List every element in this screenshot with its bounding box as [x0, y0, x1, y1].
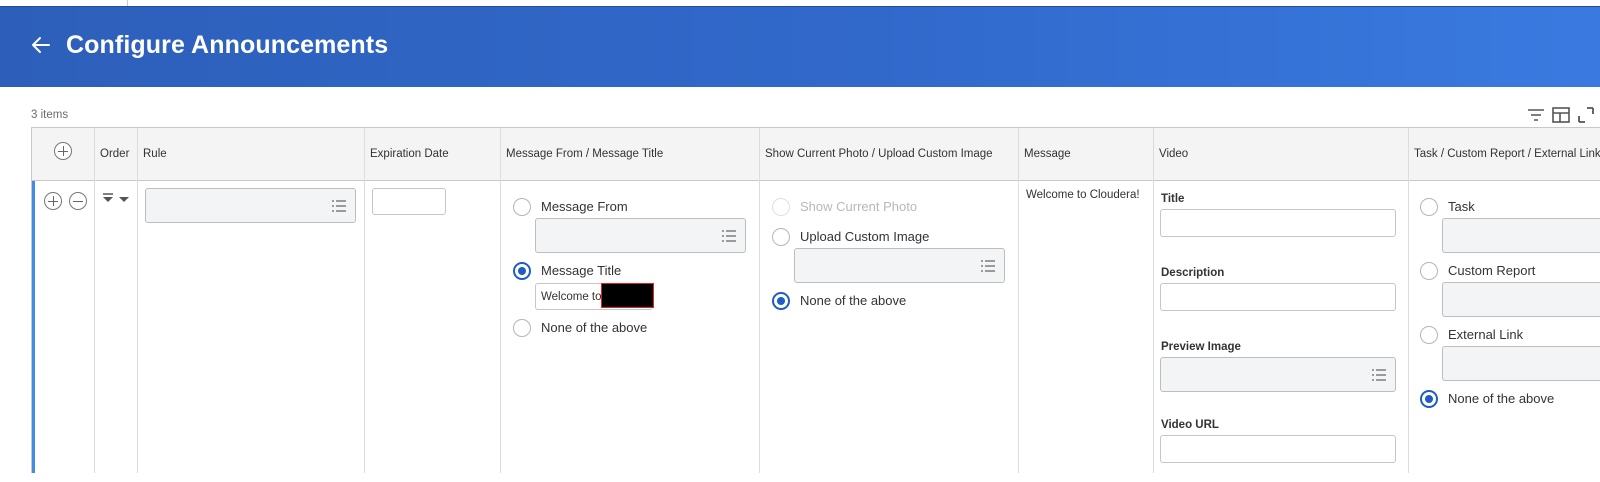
header-task-link[interactable]: Task / Custom Report / External Link	[1408, 128, 1600, 180]
external-link-prompt[interactable]	[1442, 346, 1600, 381]
expiration-date-field[interactable]	[372, 188, 446, 215]
show-current-photo-label: Show Current Photo	[800, 199, 918, 214]
announcements-grid: Order Rule Expiration Date Message From …	[31, 127, 1600, 473]
list-icon	[332, 199, 346, 212]
redaction-box	[601, 283, 654, 308]
link-none-radio[interactable]	[1420, 390, 1438, 408]
message-from-label: Message From	[541, 199, 628, 214]
header-video[interactable]: Video	[1153, 128, 1408, 180]
custom-report-prompt[interactable]	[1442, 282, 1600, 317]
upload-custom-image-radio[interactable]	[772, 228, 790, 246]
header-expiration-date[interactable]: Expiration Date	[364, 128, 500, 180]
fullscreen-icon[interactable]	[1576, 105, 1596, 125]
task-radio[interactable]	[1420, 198, 1438, 216]
remove-row-icon[interactable]	[69, 192, 87, 210]
table-toolbar	[1525, 105, 1600, 125]
header-message[interactable]: Message	[1018, 128, 1153, 180]
list-icon	[981, 259, 995, 272]
filter-icon[interactable]	[1526, 105, 1546, 125]
show-current-photo-radio	[772, 198, 790, 216]
video-description-label: Description	[1161, 267, 1225, 279]
header-order[interactable]: Order	[94, 128, 137, 180]
page-title: Configure Announcements	[66, 31, 389, 59]
back-arrow-icon[interactable]	[30, 34, 52, 56]
list-icon	[722, 229, 736, 242]
none-radio[interactable]	[513, 319, 531, 337]
message-text: Welcome to Cloudera!	[1026, 189, 1140, 201]
preview-image-label: Preview Image	[1161, 341, 1241, 353]
task-prompt[interactable]	[1442, 218, 1600, 253]
custom-image-prompt[interactable]	[794, 248, 1005, 283]
external-link-label: External Link	[1448, 327, 1524, 342]
message-title-value: Welcome to	[541, 291, 602, 303]
custom-report-label: Custom Report	[1448, 263, 1536, 278]
custom-report-radio[interactable]	[1420, 262, 1438, 280]
header-image[interactable]: Show Current Photo / Upload Custom Image	[759, 128, 1018, 180]
video-url-label: Video URL	[1161, 419, 1219, 431]
none-label: None of the above	[541, 320, 648, 335]
header-message-from[interactable]: Message From / Message Title	[500, 128, 759, 180]
col-actions	[32, 128, 95, 473]
message-from-prompt[interactable]	[535, 218, 746, 253]
header-rule[interactable]: Rule	[137, 128, 364, 180]
video-url-input[interactable]	[1160, 435, 1396, 463]
video-title-input[interactable]	[1160, 209, 1396, 237]
external-link-radio[interactable]	[1420, 326, 1438, 344]
add-row-icon[interactable]	[54, 142, 72, 160]
preview-image-prompt[interactable]	[1160, 357, 1396, 392]
add-row-icon[interactable]	[44, 192, 62, 210]
row-indicator	[32, 181, 35, 473]
list-icon	[1372, 368, 1386, 381]
video-title-label: Title	[1161, 193, 1185, 205]
image-none-label: None of the above	[800, 293, 907, 308]
column-layout-icon[interactable]	[1551, 105, 1571, 125]
item-count: 3 items	[31, 109, 69, 121]
message-title-radio[interactable]	[513, 262, 531, 280]
link-none-label: None of the above	[1448, 391, 1555, 406]
upload-custom-image-label: Upload Custom Image	[800, 229, 930, 244]
video-description-input[interactable]	[1160, 283, 1396, 311]
image-none-radio[interactable]	[772, 292, 790, 310]
task-label: Task	[1448, 199, 1475, 214]
message-title-label: Message Title	[541, 263, 622, 278]
rule-prompt[interactable]	[145, 188, 356, 223]
order-sort-icon[interactable]	[101, 192, 131, 206]
message-from-radio[interactable]	[513, 198, 531, 216]
page-header: Configure Announcements	[0, 6, 1600, 87]
